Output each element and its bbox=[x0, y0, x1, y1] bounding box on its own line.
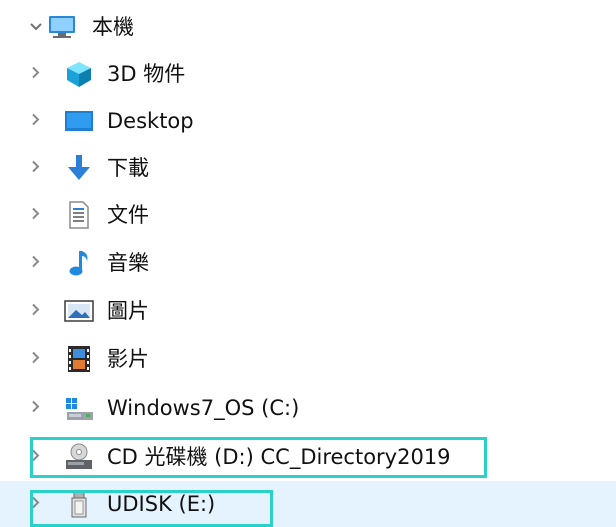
chevron-right-icon[interactable] bbox=[28, 113, 44, 130]
chevron-down-icon[interactable] bbox=[28, 19, 44, 35]
download-arrow-icon bbox=[64, 153, 94, 183]
tree-item-downloads[interactable]: 下載 bbox=[0, 145, 616, 191]
chevron-right-icon[interactable] bbox=[28, 303, 44, 320]
windows-drive-icon bbox=[64, 393, 94, 423]
tree-item-label: 下載 bbox=[107, 156, 149, 180]
chevron-right-icon[interactable] bbox=[28, 160, 44, 177]
chevron-right-icon[interactable] bbox=[28, 496, 44, 513]
navigation-tree: 本機 3D 物件 Desktop 下載 文件 音樂 圖片 影片 Windows7… bbox=[0, 0, 616, 527]
tree-item-drive-e[interactable]: UDISK (E:) bbox=[0, 481, 616, 527]
tree-item-label: 圖片 bbox=[107, 299, 149, 323]
tree-item-label: CD 光碟機 (D:) CC_Directory2019 bbox=[107, 445, 451, 469]
tree-item-pictures[interactable]: 圖片 bbox=[0, 288, 616, 334]
document-icon bbox=[64, 200, 94, 230]
3d-objects-icon bbox=[64, 59, 94, 89]
tree-item-videos[interactable]: 影片 bbox=[0, 336, 616, 382]
chevron-right-icon[interactable] bbox=[28, 207, 44, 224]
tree-item-drive-c[interactable]: Windows7_OS (C:) bbox=[0, 385, 616, 431]
tree-item-desktop[interactable]: Desktop bbox=[0, 98, 616, 144]
tree-item-label: 文件 bbox=[107, 203, 149, 227]
chevron-right-icon[interactable] bbox=[28, 351, 44, 368]
music-note-icon bbox=[64, 248, 94, 278]
tree-item-documents[interactable]: 文件 bbox=[0, 192, 616, 238]
pictures-icon bbox=[64, 296, 94, 326]
tree-item-label: 本機 bbox=[92, 15, 134, 39]
chevron-right-icon[interactable] bbox=[28, 400, 44, 417]
chevron-right-icon[interactable] bbox=[28, 449, 44, 466]
tree-item-label: 音樂 bbox=[107, 251, 149, 275]
computer-icon bbox=[47, 12, 77, 42]
tree-item-3d-objects[interactable]: 3D 物件 bbox=[0, 51, 616, 97]
chevron-right-icon[interactable] bbox=[28, 66, 44, 83]
tree-item-label: UDISK (E:) bbox=[107, 492, 216, 516]
tree-item-label: 3D 物件 bbox=[107, 62, 186, 86]
chevron-right-icon[interactable] bbox=[28, 255, 44, 272]
usb-drive-icon bbox=[64, 489, 94, 519]
tree-item-label: Windows7_OS (C:) bbox=[107, 396, 300, 420]
film-icon bbox=[64, 344, 94, 374]
tree-item-music[interactable]: 音樂 bbox=[0, 240, 616, 286]
tree-item-label: 影片 bbox=[107, 347, 149, 371]
desktop-icon bbox=[64, 106, 94, 136]
tree-item-this-pc[interactable]: 本機 bbox=[0, 4, 616, 50]
cd-drive-icon bbox=[64, 442, 94, 472]
tree-item-label: Desktop bbox=[107, 109, 194, 133]
tree-item-drive-d[interactable]: CD 光碟機 (D:) CC_Directory2019 bbox=[0, 434, 616, 480]
